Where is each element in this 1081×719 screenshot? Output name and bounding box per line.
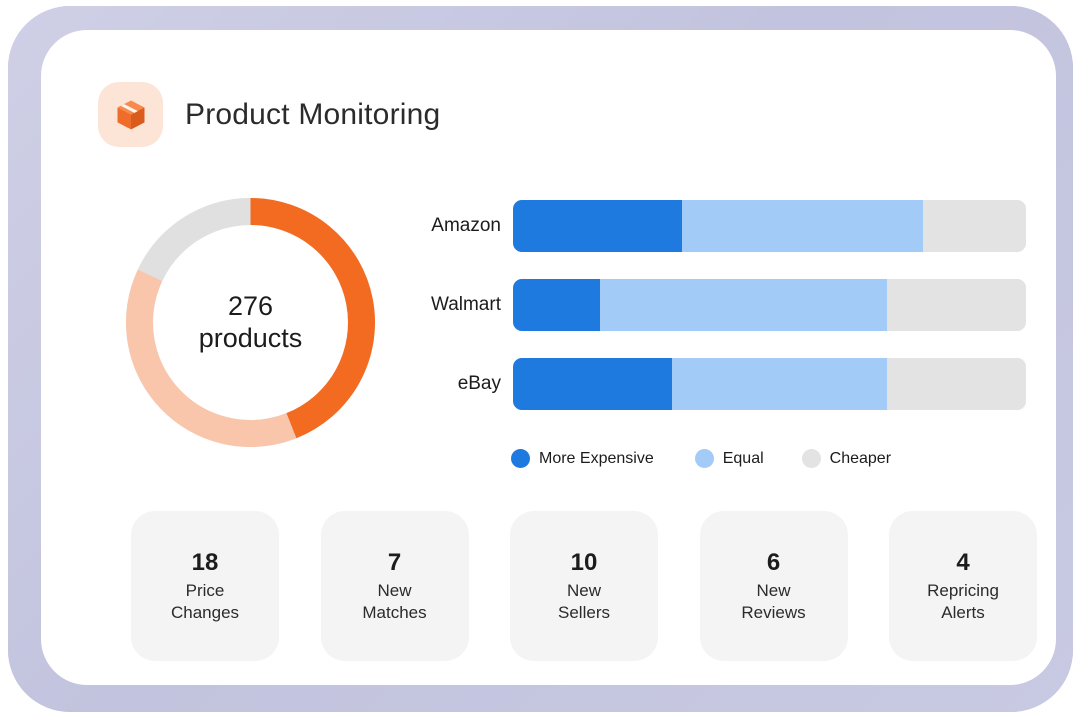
chart-legend: More Expensive Equal Cheaper [511,449,891,468]
bar-segment[interactable] [513,358,673,410]
bar-segment[interactable] [672,358,888,410]
legend-item[interactable]: More Expensive [511,449,654,468]
bar-row: Amazon [424,200,1026,252]
bar-category-label: Amazon [431,215,501,236]
stat-card[interactable]: 7 New Matches [320,511,469,661]
bar-segment[interactable] [887,279,1026,331]
outer-frame: Product Monitoring 276 products Amazon Wa… [8,6,1073,712]
bar-segment[interactable] [513,200,683,252]
bar-segment[interactable] [513,279,601,331]
legend-color-dot-icon [511,449,530,468]
stat-value: 7 [387,548,402,576]
bar-row: eBay [424,358,1026,410]
package-box-icon [98,82,163,147]
stat-value: 18 [191,548,219,576]
stat-label: New Matches [362,580,427,622]
legend-label: Cheaper [829,449,892,467]
donut-segment [126,269,297,447]
legend-color-dot-icon [801,449,821,468]
legend-item[interactable]: Equal [694,449,764,468]
stat-card[interactable]: 4 Repricing Alerts [889,511,1037,661]
page-title: Product Monitoring [185,97,441,131]
bar-category-label: Walmart [430,294,501,315]
bar-segment[interactable] [600,279,888,331]
legend-label: Equal [722,449,764,467]
bar-row: Walmart [424,279,1026,331]
products-donut-chart: 276 products [126,198,375,447]
stat-label: New Sellers [558,580,610,622]
bar-track[interactable] [513,200,1026,252]
card-header: Product Monitoring [98,82,440,147]
stat-card[interactable]: 10 New Sellers [510,511,658,661]
stat-label: Price Changes [170,580,240,622]
bar-segment[interactable] [923,200,1026,252]
bar-track[interactable] [513,279,1026,331]
stat-label: Repricing Alerts [927,580,999,622]
donut-segments [126,198,375,447]
stat-value: 4 [956,548,970,576]
legend-color-dot-icon [694,449,714,468]
legend-item[interactable]: Cheaper [801,449,892,468]
bar-segment[interactable] [682,200,924,252]
product-monitoring-card: Product Monitoring 276 products Amazon Wa… [41,30,1056,685]
stat-value: 6 [766,548,781,576]
marketplace-comparison-bars: Amazon Walmart eBay [424,200,1026,437]
bar-segment[interactable] [887,358,1026,410]
stat-card[interactable]: 6 New Reviews [699,511,848,661]
legend-label: More Expensive [539,449,654,467]
stat-card[interactable]: 18 Price Changes [131,511,279,661]
donut-segment [137,198,251,282]
bar-category-label: eBay [457,373,501,394]
donut-segment [250,198,375,439]
stat-value: 10 [570,548,598,576]
stat-label: New Reviews [741,580,806,622]
donut-svg [126,198,375,447]
summary-stat-cards: 18 Price Changes 7 New Matches 10 New Sellers… [131,511,1037,661]
bar-track[interactable] [513,358,1026,410]
